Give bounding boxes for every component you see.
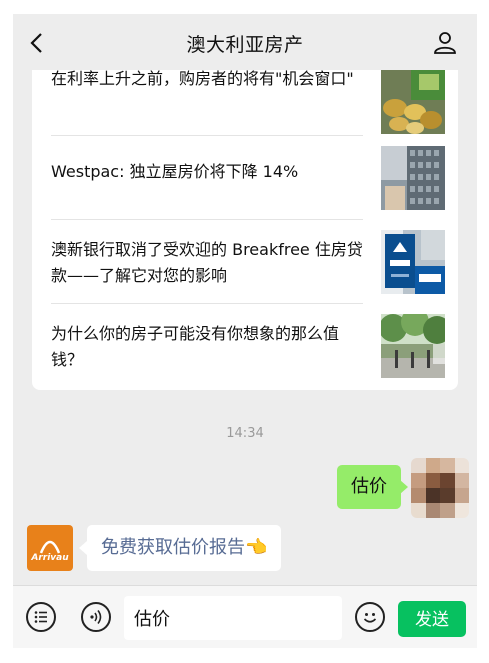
coins-cash-image [381, 70, 445, 134]
article-card: 在利率上升之前，购房者的将有"机会窗口" Westpac: 独立屋房价将下降 1… [32, 70, 458, 390]
brand-avatar[interactable]: Arrivau [27, 525, 73, 571]
article-title: 澳新银行取消了受欢迎的 Breakfree 住房贷款——了解它对您的影响 [51, 240, 363, 285]
outgoing-message-bubble[interactable]: 估价 [337, 465, 401, 509]
anz-bank-sign-image [381, 230, 445, 294]
voice-icon[interactable] [81, 602, 111, 632]
article-item[interactable]: 为什么你的房子可能没有你想象的那么值钱？ [51, 304, 445, 388]
input-bar: 发送 [13, 585, 477, 648]
user-avatar[interactable] [411, 458, 469, 518]
smiley-icon[interactable] [355, 602, 385, 632]
article-title: 在利率上升之前，购房者的将有"机会窗口" [51, 70, 354, 88]
chat-header: 澳大利亚房产 [13, 14, 477, 70]
brand-name: Arrivau [31, 553, 69, 563]
article-title: Westpac: 独立屋房价将下降 14% [51, 162, 299, 181]
article-title: 为什么你的房子可能没有你想象的那么值钱？ [51, 324, 340, 369]
menu-list-icon[interactable] [26, 602, 56, 632]
outgoing-bubble-tail [400, 480, 408, 494]
article-item[interactable]: 澳新银行取消了受欢迎的 Breakfree 住房贷款——了解它对您的影响 [51, 220, 445, 304]
city-building-image [381, 146, 445, 210]
street-trees-image [381, 314, 445, 378]
article-item[interactable]: 在利率上升之前，购房者的将有"机会窗口" [51, 70, 445, 136]
incoming-bubble-tail [79, 541, 87, 555]
incoming-message-link[interactable]: 免费获取估价报告👈 [87, 525, 282, 571]
send-button[interactable]: 发送 [398, 601, 466, 637]
brand-logo-icon [39, 540, 61, 554]
chat-window: 澳大利亚房产 在利率上升之前，购房者的将有"机会窗口" Westpac: 独立屋… [13, 14, 477, 648]
message-timestamp: 14:34 [226, 426, 264, 441]
message-input[interactable] [124, 596, 342, 640]
profile-icon[interactable] [433, 30, 457, 54]
chat-title: 澳大利亚房产 [186, 34, 304, 56]
article-item[interactable]: Westpac: 独立屋房价将下降 14% [51, 136, 445, 220]
